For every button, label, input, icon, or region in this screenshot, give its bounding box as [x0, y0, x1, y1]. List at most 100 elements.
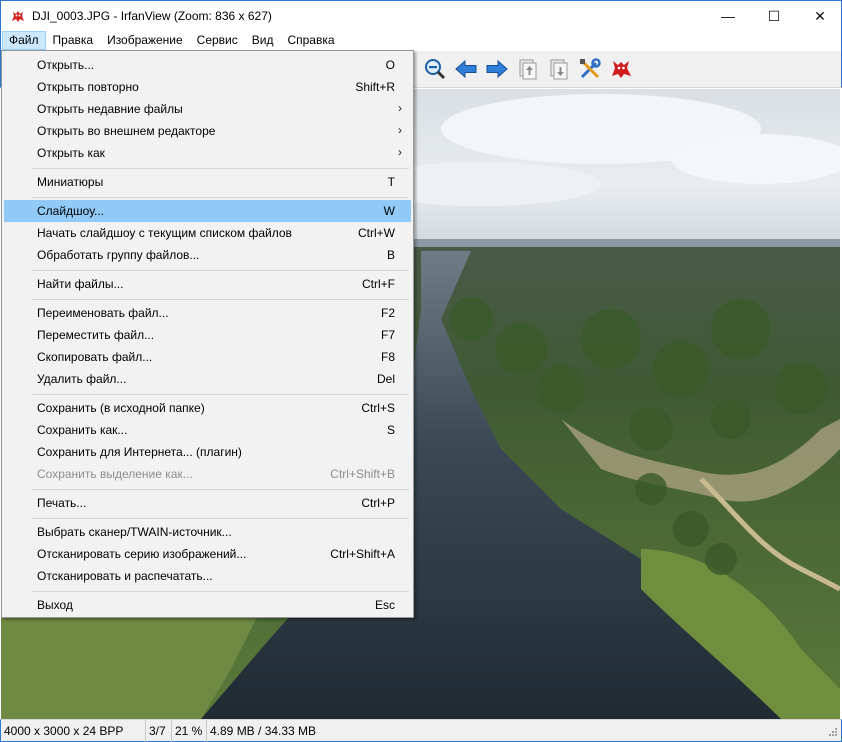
title-bar[interactable]: DJI_0003.JPG - IrfanView (Zoom: 836 x 62…: [0, 0, 842, 31]
close-button[interactable]: ✕: [797, 1, 842, 31]
menu-image[interactable]: Изображение: [100, 31, 190, 50]
about-button[interactable]: [608, 56, 634, 82]
file-menu-dropdown: Открыть... O Открыть повторно Shift+R От…: [1, 50, 414, 618]
menu-item-search-files[interactable]: Найти файлы... Ctrl+F: [4, 273, 411, 295]
menu-item-label: Начать слайдшоу с текущим списком файлов: [37, 226, 292, 240]
menu-item-shortcut: Shift+R: [355, 80, 395, 94]
menu-item-shortcut: W: [383, 204, 395, 218]
menu-item-label: Сохранить выделение как...: [37, 467, 193, 481]
menu-item-rename-file[interactable]: Переименовать файл... F2: [4, 302, 411, 324]
menu-item-shortcut: F8: [380, 350, 395, 364]
menu-item-label: Удалить файл...: [37, 372, 127, 386]
menu-item-shortcut: F7: [380, 328, 395, 342]
next-button[interactable]: [484, 56, 510, 82]
menu-item-batch-conversion[interactable]: Обработать группу файлов... B: [4, 244, 411, 266]
menu-item-slideshow-current-list[interactable]: Начать слайдшоу с текущим списком файлов…: [4, 222, 411, 244]
menu-item-label: Слайдшоу...: [37, 204, 105, 218]
menu-item-select-scanner[interactable]: Выбрать сканер/TWAIN-источник...: [4, 521, 411, 543]
menu-item-label: Открыть недавние файлы: [37, 102, 183, 116]
previous-button[interactable]: [453, 56, 479, 82]
menu-item-save-as[interactable]: Сохранить как... S: [4, 419, 411, 441]
menu-item-shortcut: Ctrl+P: [361, 496, 395, 510]
menu-item-label: Сохранить (в исходной папке): [37, 401, 205, 415]
minimize-icon: —: [721, 8, 735, 24]
menu-item-shortcut: Ctrl+F: [362, 277, 395, 291]
menu-edit[interactable]: Правка: [46, 31, 101, 50]
menu-item-label: Выход: [37, 598, 73, 612]
file-size: 4.89 MB / 34.33 MB: [210, 724, 317, 738]
menu-item-label: Отсканировать серию изображений...: [37, 547, 247, 561]
zoom-out-icon: [425, 59, 446, 80]
menu-separator: [32, 270, 409, 271]
menu-item-shortcut: Ctrl+Shift+B: [330, 467, 395, 481]
menu-item-print[interactable]: Печать... Ctrl+P: [4, 492, 411, 514]
menu-item-label: Найти файлы...: [37, 277, 124, 291]
menu-options[interactable]: Сервис: [190, 31, 245, 50]
menu-item-shortcut: Del: [376, 372, 395, 386]
submenu-arrow-icon: ›: [398, 145, 402, 159]
menu-item-open-external-editor[interactable]: Открыть во внешнем редакторе ›: [4, 120, 411, 142]
zoom-out-button[interactable]: [422, 56, 448, 82]
menu-item-shortcut: Ctrl+Shift+A: [330, 547, 395, 561]
menu-item-open-as[interactable]: Открыть как ›: [4, 142, 411, 164]
irfanview-app-icon[interactable]: [10, 8, 26, 24]
submenu-arrow-icon: ›: [398, 123, 402, 137]
next-arrow-icon: [486, 59, 508, 79]
menu-separator: [32, 591, 409, 592]
menu-item-shortcut: F2: [380, 306, 395, 320]
menu-item-label: Обработать группу файлов...: [37, 248, 200, 262]
menu-item-thumbnails[interactable]: Миниатюры T: [4, 171, 411, 193]
menu-item-shortcut: B: [386, 248, 395, 262]
copy-to-clipboard-icon: [519, 59, 537, 80]
menu-separator: [32, 394, 409, 395]
menu-item-label: Отсканировать и распечатать...: [37, 569, 213, 583]
menu-item-open[interactable]: Открыть... O: [4, 54, 411, 76]
paste-button[interactable]: [546, 56, 572, 82]
menu-item-exit[interactable]: Выход Esc: [4, 594, 411, 616]
copy-button[interactable]: [515, 56, 541, 82]
menu-item-label: Печать...: [37, 496, 87, 510]
menu-item-move-file[interactable]: Переместить файл... F7: [4, 324, 411, 346]
paste-icon: [550, 59, 568, 80]
menu-item-scan-and-print[interactable]: Отсканировать и распечатать...: [4, 565, 411, 587]
menu-item-save-selection: Сохранить выделение как... Ctrl+Shift+B: [4, 463, 411, 485]
menu-item-save[interactable]: Сохранить (в исходной папке) Ctrl+S: [4, 397, 411, 419]
resize-grip-icon[interactable]: [826, 727, 838, 739]
menu-item-reopen[interactable]: Открыть повторно Shift+R: [4, 76, 411, 98]
menu-item-slideshow[interactable]: Слайдшоу... W: [4, 200, 411, 222]
menu-item-save-for-web[interactable]: Сохранить для Интернета... (плагин): [4, 441, 411, 463]
tools-button[interactable]: [577, 56, 603, 82]
menu-item-batch-scan[interactable]: Отсканировать серию изображений... Ctrl+…: [4, 543, 411, 565]
window-title: DJI_0003.JPG - IrfanView (Zoom: 836 x 62…: [32, 9, 272, 23]
menu-view[interactable]: Вид: [245, 31, 281, 50]
zoom-level: 21 %: [172, 720, 207, 742]
menu-item-label: Сохранить как...: [37, 423, 128, 437]
menu-item-shortcut: Ctrl+S: [361, 401, 395, 415]
menu-item-label: Открыть как: [37, 146, 105, 160]
menu-item-shortcut: Ctrl+W: [358, 226, 395, 240]
menu-item-label: Переместить файл...: [37, 328, 155, 342]
maximize-button[interactable]: ☐: [751, 1, 797, 31]
close-icon: ✕: [814, 7, 826, 24]
menu-item-shortcut: S: [386, 423, 395, 437]
menu-item-shortcut: Esc: [374, 598, 395, 612]
menu-help[interactable]: Справка: [280, 31, 341, 50]
menu-item-delete-file[interactable]: Удалить файл... Del: [4, 368, 411, 390]
menu-separator: [32, 168, 409, 169]
menu-separator: [32, 299, 409, 300]
menu-separator: [32, 197, 409, 198]
menu-item-label: Открыть повторно: [37, 80, 139, 94]
menu-item-label: Переименовать файл...: [37, 306, 169, 320]
irfanview-cat-icon: [612, 61, 631, 78]
menu-item-label: Выбрать сканер/TWAIN-источник...: [37, 525, 232, 539]
menu-file[interactable]: Файл: [2, 31, 46, 50]
minimize-button[interactable]: —: [705, 1, 751, 31]
menu-item-recent-files[interactable]: Открыть недавние файлы ›: [4, 98, 411, 120]
menu-bar: Файл Правка Изображение Сервис Вид Справ…: [0, 31, 842, 51]
menu-item-label: Сохранить для Интернета... (плагин): [37, 445, 242, 459]
submenu-arrow-icon: ›: [398, 101, 402, 115]
menu-item-label: Открыть во внешнем редакторе: [37, 124, 216, 138]
menu-item-copy-file[interactable]: Скопировать файл... F8: [4, 346, 411, 368]
menu-item-shortcut: O: [385, 58, 395, 72]
menu-separator: [32, 489, 409, 490]
